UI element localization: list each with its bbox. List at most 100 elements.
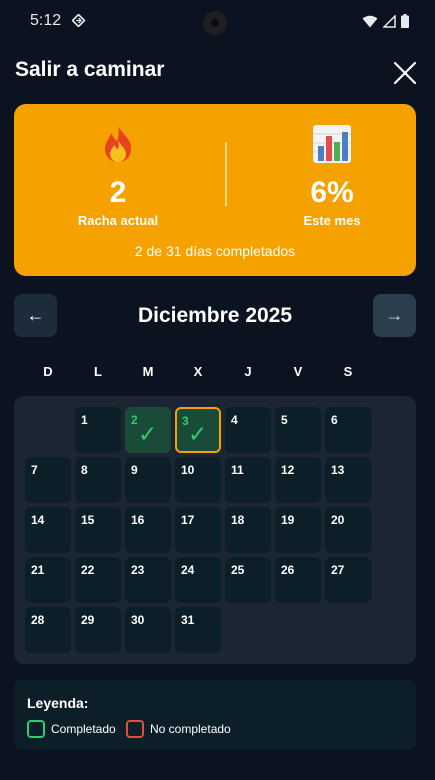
- calendar-day[interactable]: 10: [175, 457, 221, 503]
- day-number: 19: [281, 513, 295, 527]
- month-title: Diciembre 2025: [137, 304, 293, 327]
- page-title: Salir a caminar: [15, 58, 165, 81]
- calendar-day[interactable]: 18: [225, 507, 271, 553]
- streak-value: 2: [109, 176, 127, 209]
- close-icon[interactable]: [392, 60, 418, 86]
- calendar-day[interactable]: 4: [225, 407, 271, 453]
- day-number: 13: [331, 463, 345, 477]
- day-number: 1: [81, 413, 88, 427]
- calendar-day[interactable]: 19: [275, 507, 321, 553]
- day-number: 6: [331, 413, 338, 427]
- day-number: 27: [331, 563, 345, 577]
- calendar-day[interactable]: 26: [275, 557, 321, 603]
- calendar-day[interactable]: 27: [325, 557, 371, 603]
- day-number: 5: [281, 413, 288, 427]
- day-number: 25: [231, 563, 245, 577]
- legend-swatch-completed: [27, 720, 45, 738]
- weekday-header: J: [244, 364, 252, 379]
- month-value: 6%: [310, 176, 354, 209]
- day-number: 26: [281, 563, 295, 577]
- status-time: 5:12: [30, 12, 62, 29]
- calendar-grid: 1 2 ✓ 3 ✓ 4 5 6 7 8 9 10 11 12 13 14 15 16 17 18 19 20 21 22 23 2…: [14, 396, 416, 664]
- weekday-header: X: [193, 364, 203, 379]
- checkmark-icon: ✓: [138, 421, 158, 447]
- status-icons: [362, 13, 409, 29]
- calendar-day[interactable]: 21: [25, 557, 71, 603]
- legend-item-completed: Completado: [27, 720, 116, 738]
- battery-icon: [401, 14, 409, 28]
- day-number: 17: [181, 513, 195, 527]
- legend-swatch-not-completed: [126, 720, 144, 738]
- day-number: 8: [81, 463, 88, 477]
- calendar-day[interactable]: 23: [125, 557, 171, 603]
- calendar-day[interactable]: 13: [325, 457, 371, 503]
- weekday-header: L: [94, 364, 102, 379]
- weekday-header: V: [293, 364, 303, 379]
- day-number: 7: [31, 463, 38, 477]
- stats-card: 2 Racha actual 6% Este mes 2 de 31 días …: [14, 104, 416, 276]
- legend: Leyenda: Completado No completado: [14, 680, 416, 750]
- fire-icon: [105, 126, 131, 162]
- calendar-day[interactable]: 11: [225, 457, 271, 503]
- day-number: 4: [231, 413, 238, 427]
- calendar-day[interactable]: 7: [25, 457, 71, 503]
- day-number: 24: [181, 563, 195, 577]
- previous-month-button[interactable]: ←: [14, 294, 57, 337]
- day-number: 29: [81, 613, 95, 627]
- day-number: 14: [31, 513, 45, 527]
- day-number: 18: [231, 513, 245, 527]
- day-number: 21: [31, 563, 45, 577]
- day-number: 2: [131, 413, 138, 427]
- calendar-day[interactable]: 8: [75, 457, 121, 503]
- day-number: 12: [281, 463, 295, 477]
- day-number: 20: [331, 513, 345, 527]
- calendar-day[interactable]: 24: [175, 557, 221, 603]
- legend-title: Leyenda:: [27, 695, 89, 711]
- weekday-header: M: [142, 364, 154, 379]
- streak-label: Racha actual: [77, 213, 159, 228]
- calendar-day[interactable]: 3 ✓: [175, 407, 221, 453]
- calendar-day[interactable]: 14: [25, 507, 71, 553]
- calendar-day[interactable]: 25: [225, 557, 271, 603]
- completed-summary: 2 de 31 días completados: [134, 243, 296, 259]
- legend-item-not-completed: No completado: [126, 720, 231, 738]
- calendar-day[interactable]: 30: [125, 607, 171, 653]
- app-notification-icon: [72, 14, 85, 27]
- calendar-day[interactable]: 28: [25, 607, 71, 653]
- calendar-day[interactable]: 22: [75, 557, 121, 603]
- day-number: 10: [181, 463, 195, 477]
- camera-cutout: [203, 11, 227, 35]
- wifi-icon: [362, 15, 378, 27]
- day-number: 23: [131, 563, 145, 577]
- calendar-day[interactable]: 31: [175, 607, 221, 653]
- status-bar: 5:12: [0, 0, 435, 44]
- calendar-day[interactable]: 12: [275, 457, 321, 503]
- calendar-day[interactable]: 17: [175, 507, 221, 553]
- day-number: 15: [81, 513, 95, 527]
- day-number: 31: [181, 613, 195, 627]
- stats-divider: [225, 142, 227, 206]
- calendar-day[interactable]: 16: [125, 507, 171, 553]
- calendar-day[interactable]: 15: [75, 507, 121, 553]
- next-month-button[interactable]: →: [373, 294, 416, 337]
- calendar-day[interactable]: 2 ✓: [125, 407, 171, 453]
- day-number: 16: [131, 513, 145, 527]
- calendar-day[interactable]: 9: [125, 457, 171, 503]
- bar-chart-icon: [313, 125, 351, 163]
- day-number: 30: [131, 613, 145, 627]
- day-number: 9: [131, 463, 138, 477]
- legend-label: Completado: [51, 722, 116, 736]
- day-number: 28: [31, 613, 45, 627]
- calendar-day[interactable]: 1: [75, 407, 121, 453]
- weekday-header: D: [43, 364, 53, 379]
- cell-signal-icon: [383, 14, 396, 28]
- calendar-day[interactable]: 6: [325, 407, 371, 453]
- checkmark-icon: ✓: [188, 421, 208, 447]
- calendar-day[interactable]: 29: [75, 607, 121, 653]
- legend-label: No completado: [150, 722, 231, 736]
- calendar-day[interactable]: 5: [275, 407, 321, 453]
- day-number: 22: [81, 563, 95, 577]
- day-number: 11: [231, 463, 244, 477]
- calendar-day[interactable]: 20: [325, 507, 371, 553]
- weekday-header: S: [343, 364, 353, 379]
